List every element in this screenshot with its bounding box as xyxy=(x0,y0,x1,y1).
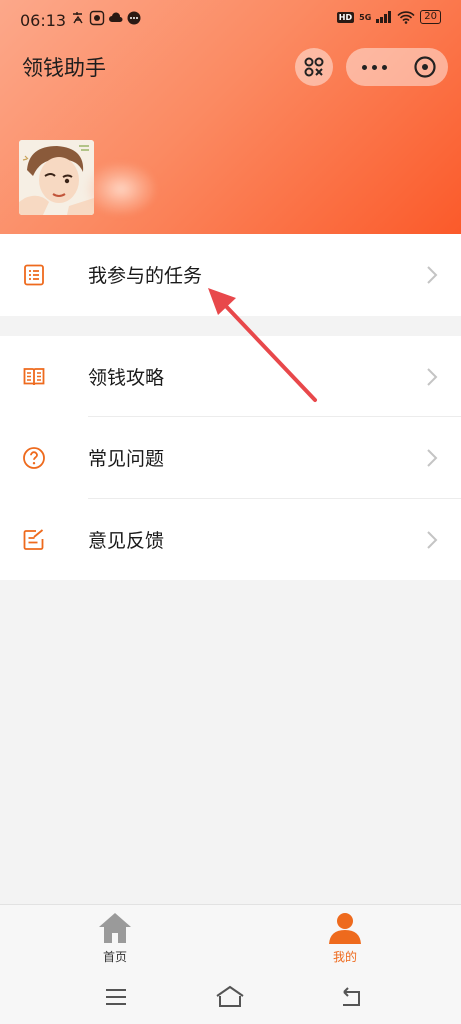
help-card: 领钱攻略 常见问题 意见反馈 xyxy=(0,336,461,580)
status-bar: 06:13 HD 5G 20 xyxy=(0,0,461,36)
menu-item-label: 领钱攻略 xyxy=(88,367,165,389)
wifi-icon xyxy=(397,10,415,24)
scan-button[interactable] xyxy=(295,48,333,86)
message-icon xyxy=(127,11,141,25)
more-dot xyxy=(371,64,377,70)
profile-header: 06:13 HD 5G 20 领钱助手 xyxy=(0,0,461,234)
hd-badge: HD xyxy=(336,11,355,23)
system-nav-bar xyxy=(0,970,461,1024)
menu-item-label: 常见问题 xyxy=(88,448,165,470)
menu-item-label: 我参与的任务 xyxy=(88,265,203,287)
more-button[interactable] xyxy=(346,48,402,86)
app-notification-icon xyxy=(73,12,83,24)
menu-icon[interactable] xyxy=(101,984,131,1010)
scan-icon xyxy=(304,57,324,77)
menu-item-guide[interactable]: 领钱攻略 xyxy=(0,336,461,417)
chevron-right-icon xyxy=(427,530,438,549)
more-dot xyxy=(381,64,387,70)
page-title: 领钱助手 xyxy=(22,56,106,80)
cloud-icon xyxy=(109,12,123,22)
more-dot xyxy=(361,64,367,70)
close-button[interactable] xyxy=(402,48,448,86)
miniprogram-capsule xyxy=(346,48,448,86)
list-icon xyxy=(24,264,44,285)
tasks-card: 我参与的任务 xyxy=(0,234,461,316)
menu-item-my-tasks[interactable]: 我参与的任务 xyxy=(0,234,461,315)
status-time: 06:13 xyxy=(20,11,67,30)
close-icon xyxy=(414,56,436,78)
tab-label: 我的 xyxy=(332,950,357,964)
chevron-right-icon xyxy=(427,265,438,284)
back-icon[interactable] xyxy=(337,984,367,1010)
edit-note-icon xyxy=(23,528,44,550)
app-notification-icon xyxy=(89,10,105,26)
tab-me[interactable]: 我的 xyxy=(305,911,385,965)
question-circle-icon xyxy=(23,446,45,469)
nickname-blurred xyxy=(86,163,156,215)
user-icon xyxy=(329,913,361,944)
chevron-right-icon xyxy=(427,367,438,386)
home-nav-icon[interactable] xyxy=(215,984,245,1010)
network-type: 5G xyxy=(359,12,372,22)
tab-bar: 首页 我的 xyxy=(0,904,461,970)
menu-item-label: 意见反馈 xyxy=(88,530,165,552)
battery-indicator: 20 xyxy=(420,10,441,24)
tab-label: 首页 xyxy=(102,950,127,964)
menu-item-feedback[interactable]: 意见反馈 xyxy=(0,499,461,580)
menu-item-faq[interactable]: 常见问题 xyxy=(0,417,461,498)
avatar-image xyxy=(19,140,94,215)
tab-home[interactable]: 首页 xyxy=(75,911,155,965)
avatar[interactable] xyxy=(19,140,94,215)
signal-icon xyxy=(376,11,392,23)
chevron-right-icon xyxy=(427,448,438,467)
status-right: HD 5G 20 xyxy=(336,10,441,24)
home-icon xyxy=(99,913,131,943)
book-icon xyxy=(23,367,45,385)
